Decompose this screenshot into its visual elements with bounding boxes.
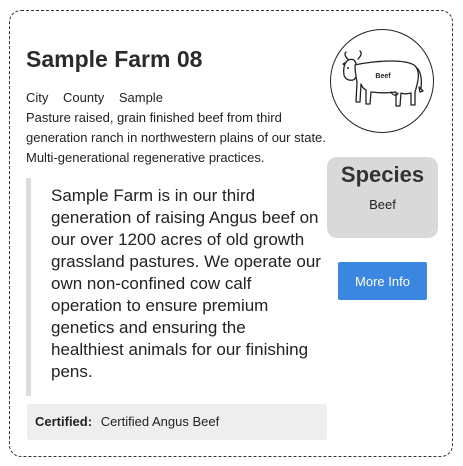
location-county: County bbox=[63, 90, 105, 105]
cow-icon: Beef bbox=[342, 50, 424, 107]
certified-label: Certified: bbox=[35, 414, 93, 429]
farm-logo: Beef bbox=[330, 29, 434, 133]
farm-description: Pasture raised, grain finished beef from… bbox=[26, 110, 326, 165]
certification-bar: Certified: Certified Angus Beef bbox=[27, 404, 327, 440]
certified-value: Certified Angus Beef bbox=[100, 414, 220, 429]
location-city: City bbox=[26, 90, 49, 105]
species-value: Beef bbox=[369, 197, 396, 212]
farm-story-quote: Sample Farm is in our third generation o… bbox=[26, 178, 322, 396]
more-info-button[interactable]: More Info bbox=[338, 262, 427, 300]
logo-text: Beef bbox=[375, 73, 391, 80]
location-state: Sample bbox=[118, 90, 163, 105]
species-panel: Species Beef bbox=[327, 157, 438, 238]
farm-title: Sample Farm 08 bbox=[26, 46, 203, 72]
farm-location: City County Sample bbox=[26, 90, 174, 105]
species-title: Species bbox=[340, 162, 425, 187]
